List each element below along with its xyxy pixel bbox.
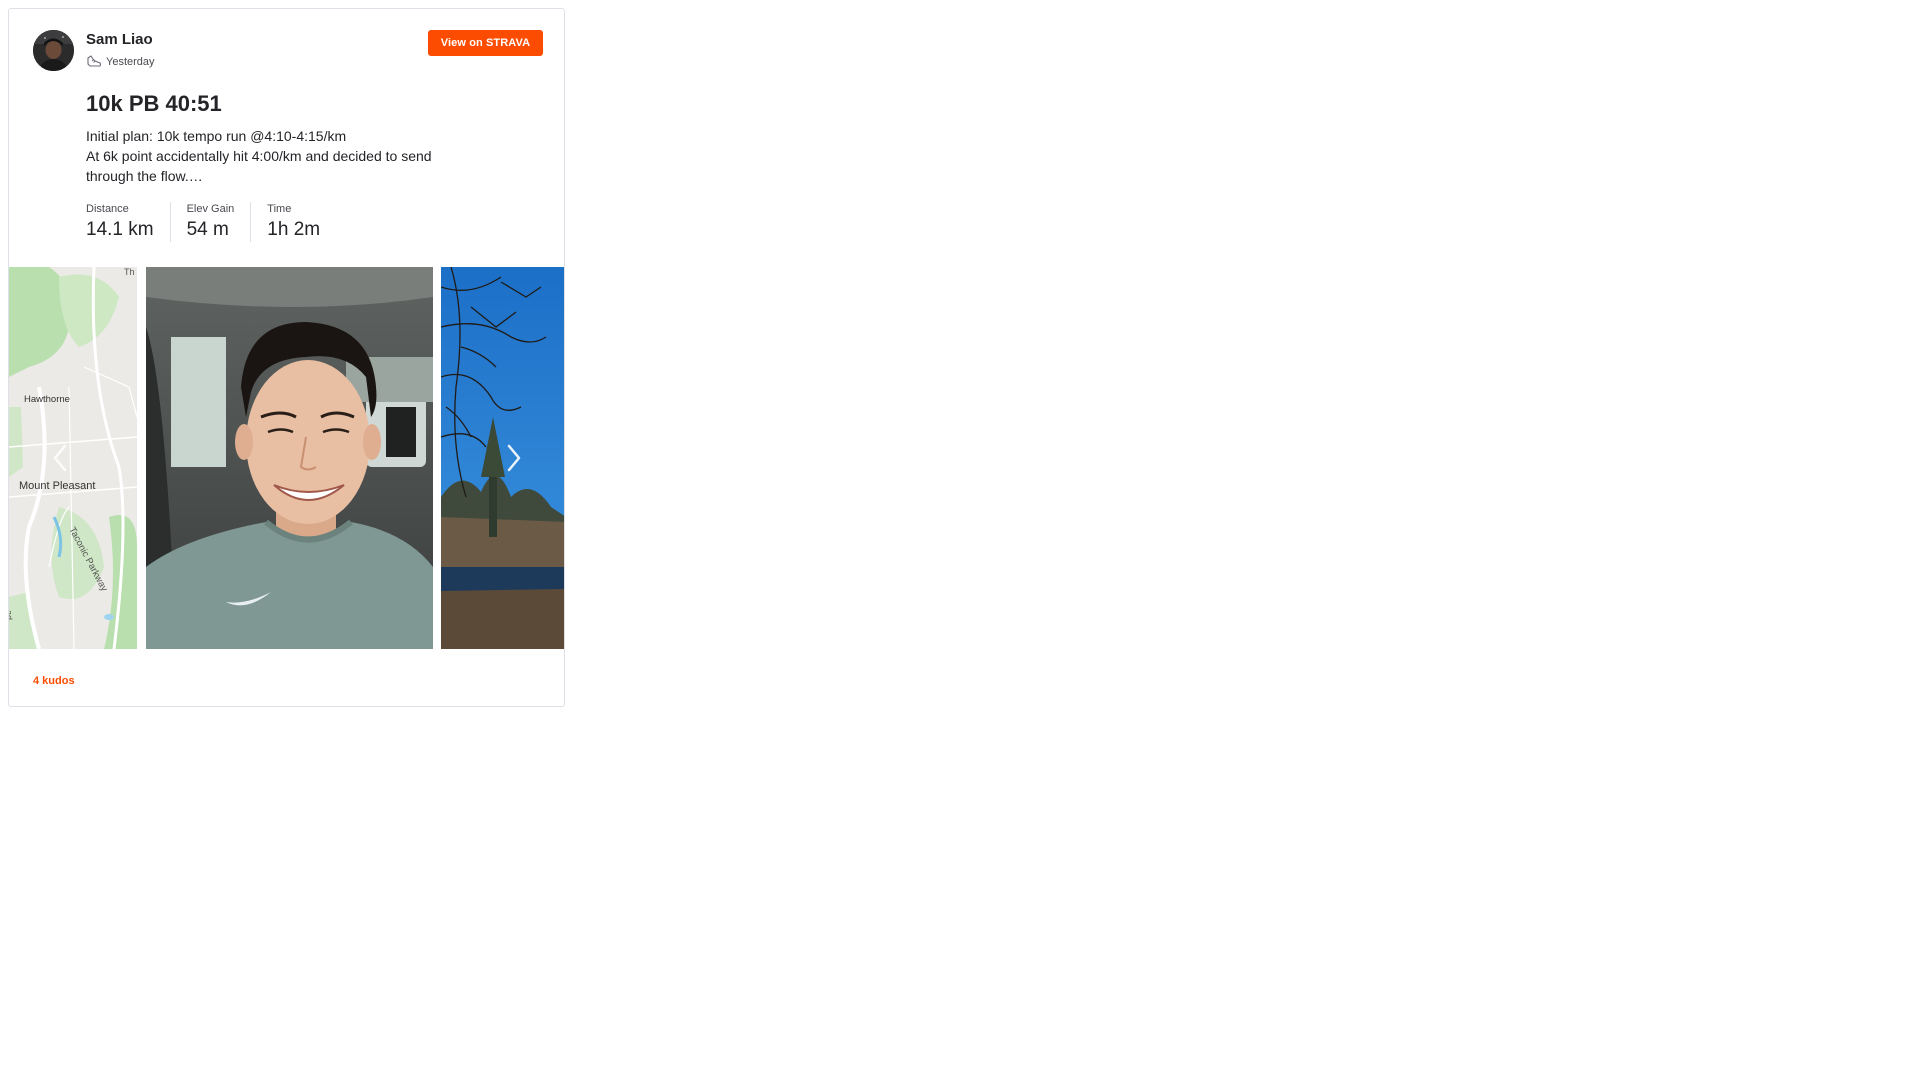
chevron-left-icon bbox=[53, 444, 67, 472]
kudos-link[interactable]: 4 kudos bbox=[33, 675, 75, 687]
stat-label: Time bbox=[267, 203, 292, 215]
description-line: Initial plan: 10k tempo run @4:10-4:15/k… bbox=[86, 128, 347, 144]
activity-card: Sam Liao Yesterday View on STRAVA 10k PB… bbox=[8, 8, 565, 707]
activity-stats: Distance 14.1 km Elev Gain 54 m Time 1h … bbox=[86, 202, 352, 242]
stat-label: Elev Gain bbox=[186, 203, 235, 215]
carousel-prev-button[interactable] bbox=[49, 440, 73, 476]
stat-elev-gain: Elev Gain 54 m bbox=[187, 202, 252, 242]
stat-value: 1h 2m bbox=[267, 219, 321, 240]
media-carousel: Th Hawthorne Mount Pleasant Taconic Park… bbox=[9, 267, 564, 649]
description-line: through the flow.… bbox=[86, 168, 203, 184]
stat-label: Distance bbox=[86, 203, 129, 215]
activity-description: Initial plan: 10k tempo run @4:10-4:15/k… bbox=[86, 126, 506, 186]
stat-value: 54 m bbox=[186, 219, 229, 240]
route-map[interactable]: Th Hawthorne Mount Pleasant Taconic Park… bbox=[9, 267, 137, 649]
map-label-town: Mount Pleasant bbox=[19, 480, 95, 492]
map-label: Th bbox=[124, 267, 135, 277]
shoe-icon bbox=[86, 55, 102, 69]
activity-meta: Yesterday bbox=[86, 54, 155, 70]
view-on-strava-button[interactable]: View on STRAVA bbox=[428, 30, 543, 56]
carousel-next-button[interactable] bbox=[501, 440, 525, 476]
activity-photo[interactable] bbox=[146, 267, 433, 649]
athlete-name[interactable]: Sam Liao bbox=[86, 31, 153, 49]
description-line: At 6k point accidentally hit 4:00/km and… bbox=[86, 148, 432, 164]
stat-time: Time 1h 2m bbox=[267, 202, 336, 242]
avatar[interactable] bbox=[33, 30, 74, 71]
stat-value: 14.1 km bbox=[86, 219, 154, 240]
stat-distance: Distance 14.1 km bbox=[86, 202, 171, 242]
activity-date: Yesterday bbox=[106, 56, 155, 68]
map-label-town: Hawthorne bbox=[24, 394, 70, 405]
map-label: ad bbox=[9, 610, 14, 620]
activity-title[interactable]: 10k PB 40:51 bbox=[86, 91, 222, 117]
chevron-right-icon bbox=[507, 444, 521, 472]
